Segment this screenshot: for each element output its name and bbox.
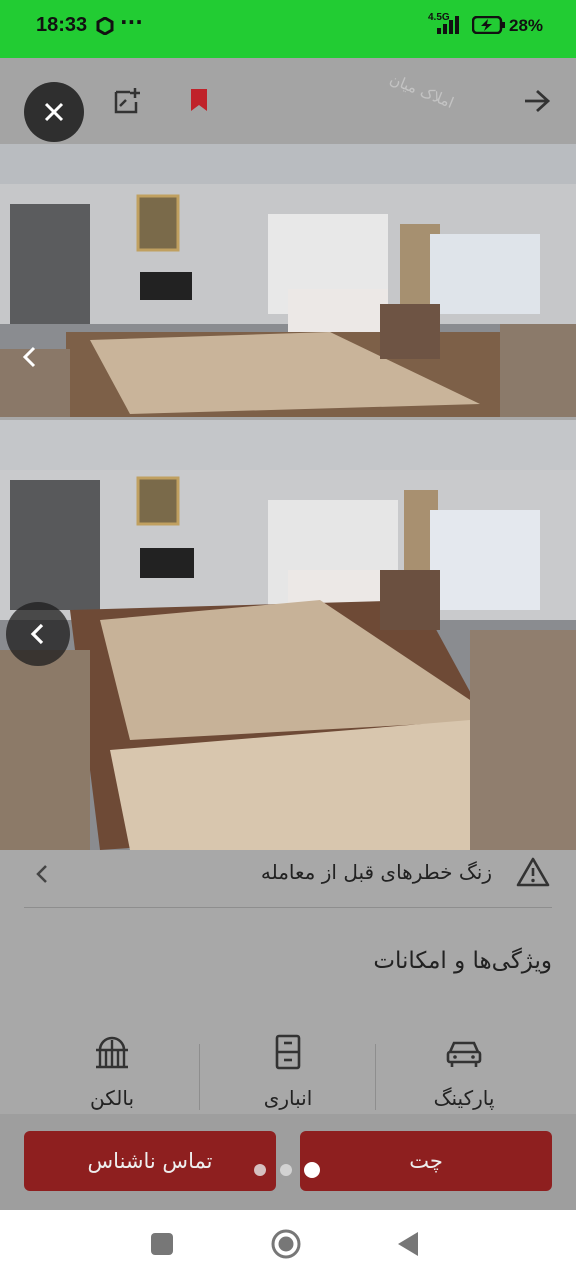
home-circle-icon[interactable] <box>270 1228 302 1260</box>
photo-gallery[interactable] <box>0 144 576 850</box>
features-title: ویژگی‌ها و امکانات <box>373 948 552 974</box>
gallery-prev-button[interactable] <box>6 602 70 666</box>
more-notifications-icon: ··· <box>120 10 143 34</box>
listing-info: زنگ خطرهای قبل از معامله ویژگی‌ها و امکا… <box>0 850 576 1114</box>
warning-label: زنگ خطرهای قبل از معامله <box>260 860 492 884</box>
arrow-right-icon[interactable] <box>522 88 552 114</box>
screen: 18:33 ··· 4.5G 28% املاک میان زنگ خطرهای… <box>0 0 576 1280</box>
pager-dot-active <box>304 1162 320 1178</box>
living-room-photo <box>0 144 576 417</box>
action-bar: تماس ناشناس چت <box>0 1114 576 1210</box>
square-icon[interactable] <box>151 1233 173 1255</box>
balcony-icon <box>96 1036 128 1069</box>
feature-parking: پارکینگ <box>376 1030 552 1120</box>
features-row: پارکینگ انباری بالکن <box>24 1030 552 1120</box>
page-indicator <box>254 1162 324 1180</box>
close-icon <box>44 102 64 122</box>
listing-photo[interactable] <box>0 144 576 417</box>
chevron-left-icon <box>36 865 47 883</box>
chevron-left-icon[interactable] <box>20 346 38 368</box>
feature-label: پارکینگ <box>433 1086 495 1110</box>
battery-charging-icon <box>472 16 505 34</box>
feature-label: بالکن <box>89 1086 135 1110</box>
warning-icon <box>516 857 550 887</box>
system-nav-bar <box>0 1210 576 1280</box>
listing-photo[interactable] <box>0 420 576 850</box>
feature-balcony: بالکن <box>24 1030 200 1120</box>
chevron-left-icon <box>30 623 44 645</box>
close-button[interactable] <box>24 82 84 142</box>
anonymous-call-button[interactable]: تماس ناشناس <box>24 1131 276 1191</box>
living-room-photo <box>0 420 576 850</box>
feature-storage: انباری <box>200 1030 376 1120</box>
watermark-text: املاک میان <box>387 70 457 112</box>
listing-header: املاک میان <box>0 58 576 144</box>
warning-row[interactable]: زنگ خطرهای قبل از معامله <box>24 850 552 908</box>
storage-icon <box>275 1034 301 1070</box>
feature-label: انباری <box>263 1086 313 1110</box>
status-time: 18:33 <box>36 14 88 36</box>
signal-icon <box>437 16 459 34</box>
app-notification-icon <box>96 17 114 35</box>
pager-dot <box>280 1164 292 1176</box>
status-bar: 18:33 ··· 4.5G 28% <box>0 0 576 58</box>
bookmark-icon[interactable] <box>190 88 208 112</box>
car-icon <box>446 1041 482 1067</box>
add-note-icon[interactable] <box>110 86 142 118</box>
pager-dot <box>254 1164 266 1176</box>
battery-percent: 28% <box>509 16 544 35</box>
triangle-back-icon[interactable] <box>396 1230 420 1258</box>
chat-button[interactable]: چت <box>300 1131 552 1191</box>
